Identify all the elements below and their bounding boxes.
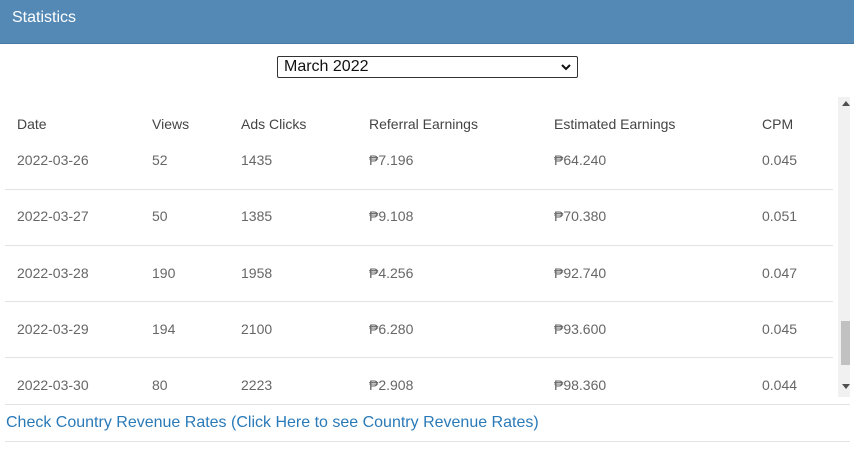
cell-cpm: 0.044 [762,377,798,393]
page-title: Statistics [12,9,77,26]
column-header-date: Date [17,116,47,132]
country-revenue-rates-link[interactable]: Check Country Revenue Rates (Click Here … [6,414,539,432]
table-row: 2022-03-27 50 1385 ₱9.108 ₱70.380 0.051 [5,190,833,246]
table-row: 2022-03-29 194 2100 ₱6.280 ₱93.600 0.045 [5,302,833,358]
cell-cpm: 0.045 [762,152,798,168]
table-row: 2022-03-28 190 1958 ₱4.256 ₱92.740 0.047 [5,246,833,302]
month-select[interactable]: March 2022 [277,56,578,78]
cell-ads-clicks: 2100 [241,321,273,337]
cell-views: 50 [152,208,168,224]
cell-estimated-earnings: ₱92.740 [554,265,607,281]
cell-views: 52 [152,152,168,168]
cell-ads-clicks: 1435 [241,152,273,168]
cell-referral-earnings: ₱9.108 [369,208,414,224]
cell-referral-earnings: ₱2.908 [369,377,414,393]
month-select-value: March 2022 [284,58,369,75]
cell-ads-clicks: 1958 [241,265,273,281]
chevron-down-icon [561,64,571,71]
cell-date: 2022-03-29 [17,321,89,337]
scrollbar-thumb[interactable] [841,321,850,365]
cell-date: 2022-03-26 [17,152,89,168]
cell-referral-earnings: ₱6.280 [369,321,414,337]
cell-estimated-earnings: ₱64.240 [554,152,607,168]
table-scrollbar[interactable] [838,97,850,397]
table-row: 2022-03-26 52 1435 ₱7.196 ₱64.240 0.045 [5,133,833,190]
cell-ads-clicks: 1385 [241,208,273,224]
column-header-referral-earnings: Referral Earnings [369,116,478,132]
scroll-up-arrow-icon[interactable] [842,101,850,106]
column-header-cpm: CPM [762,116,794,132]
table-row: 2022-03-30 80 2223 ₱2.908 ₱98.360 0.044 [5,358,833,397]
cell-ads-clicks: 2223 [241,377,273,393]
cell-date: 2022-03-28 [17,265,89,281]
cell-cpm: 0.047 [762,265,798,281]
divider [5,404,850,405]
scroll-down-arrow-icon[interactable] [842,384,850,389]
cell-estimated-earnings: ₱70.380 [554,208,607,224]
column-header-views: Views [152,116,190,132]
cell-views: 80 [152,377,168,393]
column-header-ads-clicks: Ads Clicks [241,116,307,132]
column-header-estimated-earnings: Estimated Earnings [554,116,676,132]
cell-referral-earnings: ₱7.196 [369,152,414,168]
statistics-table: Date Views Ads Clicks Referral Earnings … [5,97,850,397]
divider [5,441,850,442]
page-header: Statistics [0,0,854,44]
cell-views: 190 [152,265,176,281]
cell-cpm: 0.051 [762,208,798,224]
cell-date: 2022-03-27 [17,208,89,224]
cell-referral-earnings: ₱4.256 [369,265,414,281]
cell-views: 194 [152,321,176,337]
cell-estimated-earnings: ₱98.360 [554,377,607,393]
cell-date: 2022-03-30 [17,377,89,393]
cell-estimated-earnings: ₱93.600 [554,321,607,337]
cell-cpm: 0.045 [762,321,798,337]
